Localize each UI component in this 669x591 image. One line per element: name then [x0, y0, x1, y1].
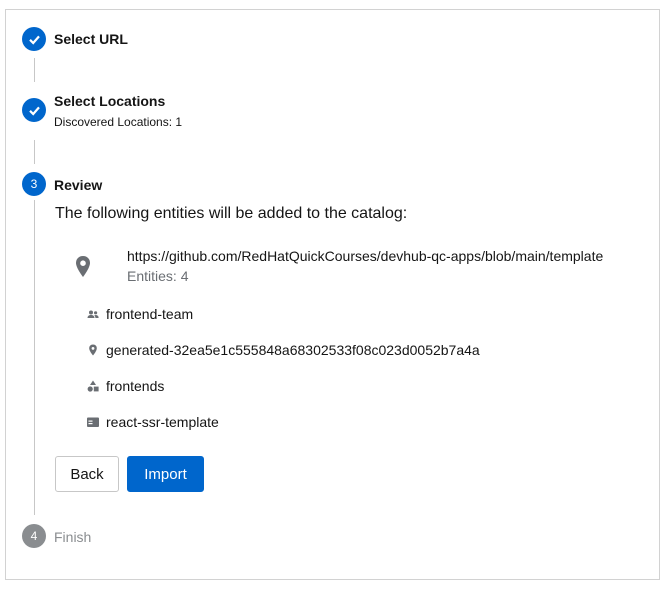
- location-pin-icon: [76, 256, 90, 277]
- review-intro-text: The following entities will be added to …: [55, 205, 408, 222]
- step-1-check-icon: [22, 27, 46, 51]
- step-2-title[interactable]: Select Locations: [54, 93, 165, 109]
- shapes-icon: [86, 379, 100, 393]
- step-1-title[interactable]: Select URL: [54, 31, 128, 47]
- step-2-check-icon: [22, 98, 46, 122]
- entity-item: generated-32ea5e1c555848a68302533f08c023…: [86, 342, 480, 358]
- entity-name: frontend-team: [106, 306, 194, 322]
- template-icon: [86, 415, 100, 429]
- location-icon: [86, 343, 100, 357]
- entity-name: frontends: [106, 378, 165, 394]
- back-button[interactable]: Back: [55, 456, 119, 492]
- step-4-number: 4: [22, 524, 46, 548]
- step-2-subtitle: Discovered Locations: 1: [54, 115, 183, 129]
- entity-item: frontends: [86, 378, 164, 394]
- entity-name: generated-32ea5e1c555848a68302533f08c023…: [106, 342, 480, 358]
- step-connector: [34, 200, 35, 515]
- entity-item: react-ssr-template: [86, 414, 219, 430]
- step-3-title: Review: [54, 177, 103, 193]
- step-connector: [34, 58, 35, 82]
- location-entities-count: Entities: 4: [127, 268, 189, 284]
- step-4-title: Finish: [54, 529, 92, 545]
- location-url: https://github.com/RedHatQuickCourses/de…: [127, 248, 604, 264]
- step-connector: [34, 140, 35, 164]
- group-icon: [86, 307, 100, 321]
- step-3-number: 3: [22, 172, 46, 196]
- import-button[interactable]: Import: [127, 456, 204, 492]
- entity-item: frontend-team: [86, 306, 193, 322]
- entity-name: react-ssr-template: [106, 414, 219, 430]
